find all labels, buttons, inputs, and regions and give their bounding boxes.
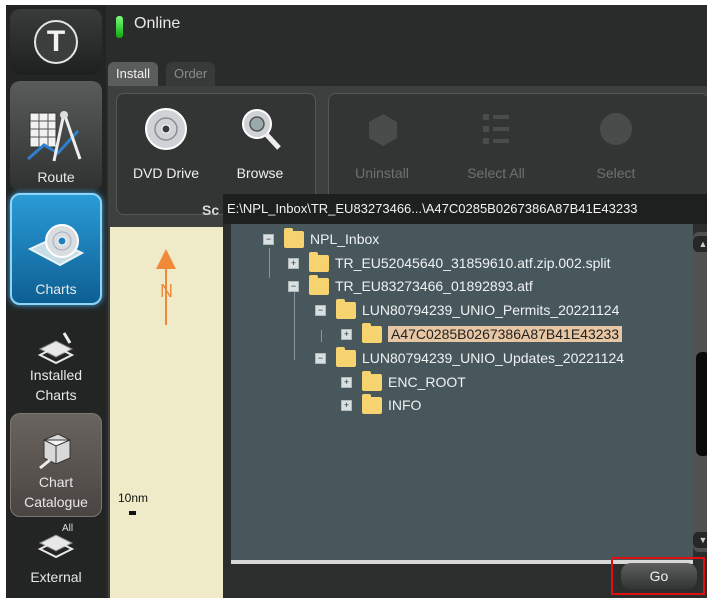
uninstall-label: Uninstall: [355, 165, 409, 181]
nav-charts[interactable]: Charts: [10, 193, 102, 305]
browse-button[interactable]: Browse: [215, 104, 305, 181]
nav-external-label: External: [30, 569, 82, 585]
tab-order[interactable]: Order: [166, 62, 216, 86]
select-all-label: Select All: [467, 165, 525, 181]
expand-icon[interactable]: +: [341, 328, 352, 340]
left-nav: T Route Charts Installed Charts Chart Ca…: [6, 5, 106, 598]
select-all-list-icon: [483, 114, 509, 144]
scroll-up-arrow-icon[interactable]: ▲: [693, 236, 707, 252]
tree-node-label: NPL_Inbox: [310, 231, 380, 247]
section-label-partial: Sc: [202, 202, 220, 218]
select-button[interactable]: Select: [571, 104, 661, 181]
tree-node-updates[interactable]: − LUN80794239_UNIO_Updates_20221124: [315, 346, 625, 369]
tree-node-label: INFO: [388, 397, 422, 413]
collapse-icon[interactable]: −: [315, 352, 326, 364]
route-planner-icon: [27, 111, 82, 162]
north-letter: N: [160, 281, 173, 301]
collapse-icon[interactable]: −: [288, 280, 299, 292]
tree-node-permits[interactable]: − LUN80794239_UNIO_Permits_20221124: [315, 298, 620, 321]
nav-charts-label: Charts: [35, 281, 77, 297]
tree-node-label: ENC_ROOT: [388, 374, 466, 390]
tree-node-label: TR_EU52045640_31859610.atf.zip.002.split: [335, 255, 611, 271]
nav-installed-charts-label: Installed Charts: [29, 367, 83, 403]
uninstall-button[interactable]: Uninstall: [337, 104, 427, 181]
folder-icon: [284, 227, 304, 248]
path-bar: E:\NPL_Inbox\TR_EU83273466...\A47C0285B0…: [223, 194, 707, 224]
nav-chart-catalogue[interactable]: Chart Catalogue: [10, 413, 102, 517]
nav-external[interactable]: All External: [10, 523, 102, 598]
charts-disc-icon: [27, 224, 85, 267]
chart-catalogue-icon: [39, 433, 71, 470]
browse-magnifier-icon: [242, 109, 281, 150]
chart-view[interactable]: N: [110, 227, 224, 598]
tab-install[interactable]: Install: [108, 62, 158, 86]
select-circle-icon: [600, 113, 632, 145]
tree-node-enc-root[interactable]: + ENC_ROOT: [341, 370, 466, 393]
tree-node-label: TR_EU83273466_01892893.atf: [335, 278, 533, 294]
expand-icon[interactable]: +: [341, 376, 352, 388]
online-status-text: Online: [134, 15, 181, 32]
dvd-disc-icon: [145, 108, 187, 150]
collapse-icon[interactable]: −: [263, 233, 274, 245]
collapse-icon[interactable]: −: [315, 304, 326, 316]
scroll-thumb[interactable]: [696, 352, 707, 456]
folder-tree[interactable]: − NPL_Inbox + TR_EU52045640_31859610.atf…: [231, 224, 693, 560]
select-all-button[interactable]: Select All: [451, 104, 541, 181]
dvd-drive-button[interactable]: DVD Drive: [121, 104, 211, 181]
go-button[interactable]: Go: [621, 563, 697, 589]
dvd-drive-label: DVD Drive: [132, 165, 200, 181]
tree-node-atf-file[interactable]: − TR_EU83273466_01892893.atf: [288, 274, 533, 297]
tree-node-split-file[interactable]: + TR_EU52045640_31859610.atf.zip.002.spl…: [288, 251, 611, 274]
logo-t-icon: T: [34, 20, 78, 64]
select-label: Select: [596, 165, 636, 181]
go-button-highlight: Go: [611, 557, 705, 595]
scale-label: 10nm: [118, 491, 149, 505]
app-window: T Route Charts Installed Charts Chart Ca…: [6, 5, 707, 598]
tree-node-label-selected: A47C0285B0267386A87B41E43233: [388, 326, 623, 342]
folder-icon: [336, 346, 356, 367]
folder-icon: [362, 322, 382, 343]
online-status-led: [116, 16, 123, 38]
folder-icon: [336, 298, 356, 319]
nav-installed-charts[interactable]: Installed Charts: [10, 309, 102, 409]
tree-node-label: LUN80794239_UNIO_Permits_20221124: [362, 302, 620, 318]
scroll-down-arrow-icon[interactable]: ▼: [693, 532, 707, 548]
uninstall-icon: [369, 114, 397, 146]
folder-icon: [362, 393, 382, 414]
tree-node-selected-folder[interactable]: + A47C0285B0267386A87B41E43233: [341, 322, 623, 345]
expand-icon[interactable]: +: [341, 399, 352, 411]
nav-external-badge: All: [62, 523, 74, 534]
expand-icon[interactable]: +: [288, 257, 299, 269]
north-arrow-icon: N: [156, 249, 176, 325]
nav-chart-catalogue-label: Chart Catalogue: [24, 474, 88, 510]
folder-icon: [309, 251, 329, 272]
tree-node-label: LUN80794239_UNIO_Updates_20221124: [362, 350, 625, 366]
tree-node-info[interactable]: + INFO: [341, 393, 422, 416]
tree-scrollbar[interactable]: ▲ ▼: [693, 232, 707, 552]
scale-bar: [129, 511, 136, 515]
folder-icon: [362, 370, 382, 391]
installed-charts-icon: [37, 332, 75, 365]
tree-node-npl-inbox[interactable]: − NPL_Inbox: [263, 227, 380, 250]
folder-icon: [309, 274, 329, 295]
nav-route[interactable]: Route: [10, 81, 102, 191]
browse-label: Browse: [236, 165, 284, 181]
file-browser-dialog: E:\NPL_Inbox\TR_EU83273466...\A47C0285B0…: [223, 194, 707, 598]
app-logo[interactable]: T: [10, 9, 102, 75]
nav-route-label: Route: [37, 169, 75, 185]
